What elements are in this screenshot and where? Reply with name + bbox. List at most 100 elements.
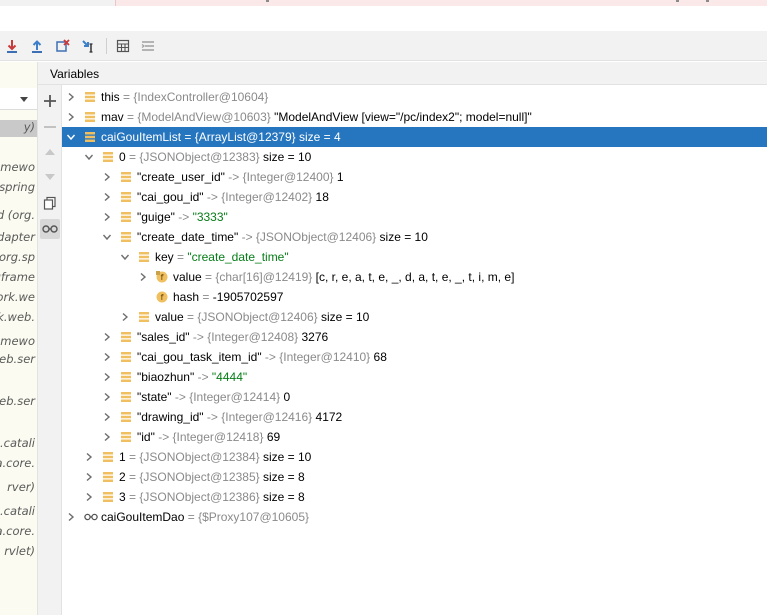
stack-frame-text[interactable]: eb.ser bbox=[0, 352, 35, 366]
variable-row[interactable]: mav = {ModelAndView@10603} "ModelAndView… bbox=[62, 107, 767, 127]
stack-frame-text[interactable]: vork.we bbox=[0, 290, 35, 304]
evaluate-expression-icon[interactable] bbox=[113, 36, 133, 56]
variable-row[interactable]: "create_date_time" -> {JSONObject@12406}… bbox=[62, 227, 767, 247]
run-to-cursor-icon[interactable] bbox=[79, 36, 99, 56]
up-icon[interactable] bbox=[40, 142, 60, 162]
variable-row[interactable]: f value = {char[16]@12419} [c, r, e, a, t… bbox=[62, 267, 767, 287]
chevron-right-icon[interactable] bbox=[82, 467, 96, 487]
stack-frame-text[interactable]: spring bbox=[0, 180, 35, 194]
variable-row[interactable]: "guige" -> "3333" bbox=[62, 207, 767, 227]
variable-row[interactable]: 3 = {JSONObject@12386} size = 8 bbox=[62, 487, 767, 507]
chevron-right-icon[interactable] bbox=[100, 327, 114, 347]
chevron-right-icon[interactable] bbox=[64, 87, 78, 107]
thread-selector-dropdown[interactable] bbox=[0, 88, 37, 110]
stack-frame-text[interactable]: amewo bbox=[0, 334, 35, 348]
minus-icon[interactable] bbox=[40, 117, 60, 137]
variable-type-ref: {JSONObject@12385} bbox=[139, 470, 260, 484]
variable-content: "cai_gou_id" -> {Integer@12402} 18 bbox=[137, 190, 329, 204]
variable-row[interactable]: this = {IndexController@10604} bbox=[62, 87, 767, 107]
stack-frame-text[interactable]: a.core. bbox=[0, 456, 35, 470]
field-icon bbox=[120, 171, 132, 183]
stack-frame-text[interactable]: rvlet) bbox=[4, 544, 35, 558]
variable-row[interactable]: "cai_gou_id" -> {Integer@12402} 18 bbox=[62, 187, 767, 207]
stack-frame-text[interactable]: a.core. bbox=[0, 524, 35, 538]
variable-row[interactable]: "state" -> {Integer@12414} 0 bbox=[62, 387, 767, 407]
variable-row[interactable]: 1 = {JSONObject@12384} size = 10 bbox=[62, 447, 767, 467]
stack-frame-text[interactable]: amewo bbox=[0, 160, 35, 174]
variable-type-ref: {char[16]@12419} bbox=[215, 270, 313, 284]
variable-row[interactable]: "biaozhun" -> "4444" bbox=[62, 367, 767, 387]
variable-name: value bbox=[173, 270, 202, 284]
variable-name: 1 bbox=[119, 450, 126, 464]
variable-row[interactable]: "id" -> {Integer@12418} 69 bbox=[62, 427, 767, 447]
chevron-right-icon[interactable] bbox=[100, 407, 114, 427]
stack-frame-text[interactable]: e.catali bbox=[0, 436, 35, 450]
editor-tab-strip bbox=[0, 0, 767, 6]
chevron-right-icon[interactable] bbox=[118, 307, 132, 327]
variable-row[interactable]: "cai_gou_task_item_id" -> {Integer@12410… bbox=[62, 347, 767, 367]
variable-value: -1905702597 bbox=[212, 290, 284, 304]
down-icon[interactable] bbox=[40, 167, 60, 187]
plus-icon[interactable] bbox=[40, 91, 60, 111]
variable-row[interactable]: "create_user_id" -> {Integer@12400} 1 bbox=[62, 167, 767, 187]
stack-frame-text[interactable]: dapter bbox=[0, 230, 35, 244]
copy-icon[interactable] bbox=[40, 193, 60, 213]
stack-frame-text[interactable]: e.catali bbox=[0, 504, 35, 518]
stack-frame-text[interactable]: d (org. bbox=[0, 208, 35, 222]
variable-row[interactable]: value = {JSONObject@12406} size = 10 bbox=[62, 307, 767, 327]
variable-row[interactable]: f hash = -1905702597 bbox=[62, 287, 767, 307]
chevron-right-icon[interactable] bbox=[100, 387, 114, 407]
step-into-icon[interactable] bbox=[2, 36, 22, 56]
variable-row[interactable]: "sales_id" -> {Integer@12408} 3276 bbox=[62, 327, 767, 347]
chevron-down-icon[interactable] bbox=[118, 247, 132, 267]
chevron-right-icon[interactable] bbox=[64, 507, 78, 527]
drop-frame-icon[interactable] bbox=[53, 36, 73, 56]
chevron-right-icon[interactable] bbox=[136, 267, 150, 287]
chevron-right-icon[interactable] bbox=[82, 487, 96, 507]
chevron-right-icon[interactable] bbox=[82, 447, 96, 467]
chevron-right-icon[interactable] bbox=[100, 167, 114, 187]
variable-type-ref: {Integer@12408} bbox=[207, 330, 299, 344]
chevron-right-icon[interactable] bbox=[100, 427, 114, 447]
stack-frame-text[interactable]: org.sp bbox=[0, 250, 35, 264]
chevron-right-icon[interactable] bbox=[100, 367, 114, 387]
variable-row[interactable]: 2 = {JSONObject@12385} size = 8 bbox=[62, 467, 767, 487]
variables-side-toolbar bbox=[38, 85, 62, 615]
chevron-down-icon[interactable] bbox=[82, 147, 96, 167]
variable-separator: = bbox=[119, 90, 134, 104]
chevron-down-icon[interactable] bbox=[100, 227, 114, 247]
trace-current-stream-icon[interactable] bbox=[138, 36, 158, 56]
stack-frame-text[interactable]: y) bbox=[24, 120, 35, 134]
variable-type-ref: {ModelAndView@10603} bbox=[137, 110, 271, 124]
variable-name: "guige" bbox=[137, 210, 175, 224]
stack-frame-text[interactable]: k.web. bbox=[0, 310, 35, 324]
variable-separator: -> bbox=[224, 170, 243, 184]
variable-size: size = 10 bbox=[262, 150, 312, 164]
variable-separator: = bbox=[125, 470, 140, 484]
step-out-icon[interactable] bbox=[27, 36, 47, 56]
variable-row[interactable]: "drawing_id" -> {Integer@12416} 4172 bbox=[62, 407, 767, 427]
chevron-right-icon[interactable] bbox=[100, 187, 114, 207]
chevron-right-icon[interactable] bbox=[100, 207, 114, 227]
watches-glasses-icon[interactable] bbox=[40, 219, 60, 239]
variable-row[interactable]: 0 = {JSONObject@12383} size = 10 bbox=[62, 147, 767, 167]
chevron-right-icon[interactable] bbox=[100, 347, 114, 367]
variable-separator: = bbox=[184, 510, 199, 524]
variable-size: size = 4 bbox=[299, 130, 341, 144]
variable-type-ref: {IndexController@10604} bbox=[133, 90, 269, 104]
variable-separator: = bbox=[199, 290, 213, 304]
variable-value: "ModelAndView [view="/pc/index2"; model=… bbox=[274, 110, 532, 124]
variable-type-ref: {$Proxy107@10605} bbox=[198, 510, 309, 524]
stack-frame-text[interactable]: web.ser bbox=[0, 394, 35, 408]
variable-row-selected[interactable]: caiGouItemList = {ArrayList@12379} size … bbox=[62, 127, 767, 147]
chevron-right-icon[interactable] bbox=[64, 107, 78, 127]
variable-content: 2 = {JSONObject@12385} size = 8 bbox=[119, 470, 305, 484]
stack-frame-text[interactable]: rver) bbox=[7, 480, 35, 494]
chevron-down-icon[interactable] bbox=[64, 127, 78, 147]
stack-frame-text[interactable]: gframe bbox=[0, 270, 35, 284]
svg-text:f: f bbox=[161, 273, 164, 282]
variable-row[interactable]: caiGouItemDao = {$Proxy107@10605} bbox=[62, 507, 767, 527]
variable-name: hash bbox=[173, 290, 200, 304]
svg-text:f: f bbox=[161, 293, 164, 302]
variable-row[interactable]: key = "create_date_time" bbox=[62, 247, 767, 267]
